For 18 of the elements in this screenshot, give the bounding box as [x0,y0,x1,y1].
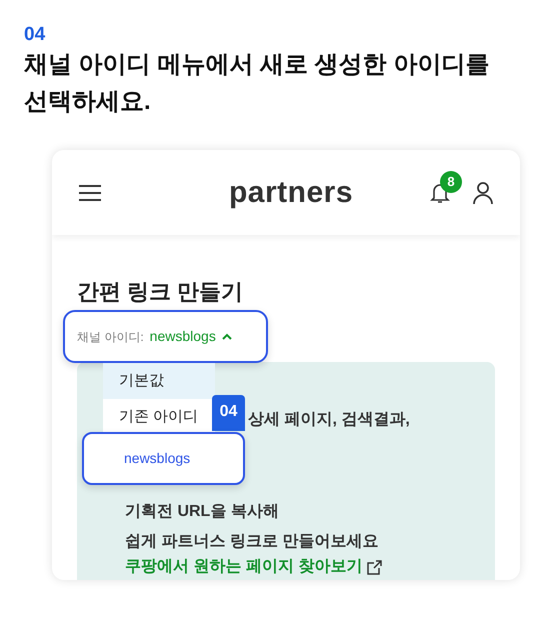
logo-text[interactable]: partners [228,170,354,215]
user-icon[interactable] [472,180,494,204]
menu-icon[interactable] [78,184,102,202]
dropdown-option[interactable]: 기본값 [103,363,215,399]
select-label: 채널 아이디: [77,328,144,346]
instruction-text: 채널 아이디 메뉴에서 새로 생성한 아이디를 선택하세요. [24,50,490,117]
page-title: 간편 링크 만들기 [77,278,244,306]
highlighted-option[interactable]: newsblogs [82,432,245,485]
select-value: newsblogs [150,327,216,346]
info-text: 쉽게 파트너스 링크로 만들어보세요 [125,532,380,552]
find-page-link[interactable]: 쿠팡에서 원하는 페이지 찾아보기 [125,555,362,579]
notification-badge: 8 [440,170,462,192]
step-badge: 04 [212,395,245,431]
info-text: 상세 페이지, 검색결과, [248,410,411,430]
step-number: 04 [24,24,46,46]
channel-id-select[interactable]: 채널 아이디: newsblogs [63,310,268,363]
info-text: 기획전 URL을 복사해 [125,502,280,522]
external-link-icon [366,558,384,576]
